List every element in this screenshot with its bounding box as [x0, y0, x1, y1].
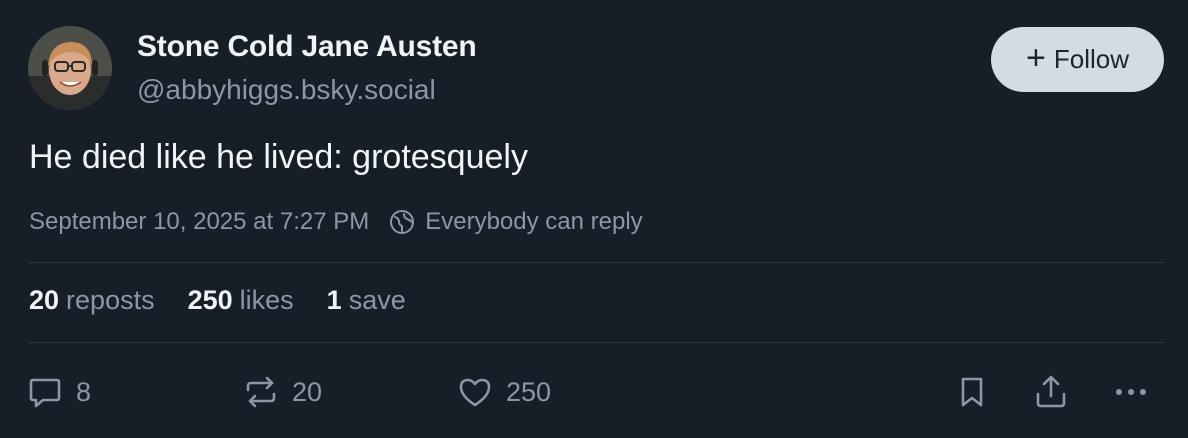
follow-button[interactable]: + Follow [991, 27, 1164, 92]
more-icon [1116, 389, 1146, 395]
reposts-label: reposts [66, 285, 155, 315]
avatar[interactable] [28, 26, 112, 110]
like-button[interactable]: 250 [456, 366, 551, 418]
repost-icon [246, 376, 276, 408]
reply-setting-label: Everybody can reply [425, 208, 643, 235]
plus-icon: + [1026, 39, 1046, 77]
likes-stat[interactable]: 250 likes [188, 285, 294, 316]
likes-label: likes [239, 285, 294, 315]
reply-count: 8 [76, 376, 92, 407]
globe-icon [390, 210, 415, 234]
repost-button[interactable]: 20 [242, 366, 322, 418]
saves-label: save [348, 285, 406, 315]
reply-icon [29, 378, 61, 408]
post-text: He died like he lived: grotesquely [29, 138, 528, 176]
divider [29, 262, 1164, 263]
heart-icon [459, 378, 491, 407]
author-display-name[interactable]: Stone Cold Jane Austen [137, 30, 477, 64]
avatar-image [28, 26, 112, 110]
reposts-count: 20 [29, 285, 60, 315]
engagement-stats: 20 reposts 250 likes 1 save [29, 285, 439, 316]
saves-stat[interactable]: 1 save [327, 285, 406, 316]
follow-button-label: Follow [1053, 44, 1129, 74]
like-count: 250 [506, 376, 552, 407]
post-timestamp: September 10, 2025 at 7:27 PM [29, 208, 370, 235]
more-options-button[interactable] [1112, 366, 1152, 418]
author-handle[interactable]: @abbyhiggs.bsky.social [137, 74, 436, 106]
saves-count: 1 [326, 285, 342, 315]
post-thread-view: Stone Cold Jane Austen @abbyhiggs.bsky.s… [0, 0, 1188, 438]
bookmark-button[interactable] [953, 366, 991, 418]
reply-button[interactable]: 8 [26, 366, 91, 418]
repost-count: 20 [292, 376, 323, 407]
post-meta: September 10, 2025 at 7:27 PM Everybody … [29, 205, 643, 239]
reply-setting[interactable]: Everybody can reply [389, 208, 643, 236]
share-button[interactable] [1032, 366, 1070, 418]
likes-count: 250 [187, 285, 233, 315]
divider [29, 342, 1164, 343]
share-icon [1036, 375, 1066, 408]
bookmark-icon [961, 377, 983, 407]
post-actions-bar: 8 20 250 [0, 366, 1188, 418]
reposts-stat[interactable]: 20 reposts [29, 285, 155, 316]
